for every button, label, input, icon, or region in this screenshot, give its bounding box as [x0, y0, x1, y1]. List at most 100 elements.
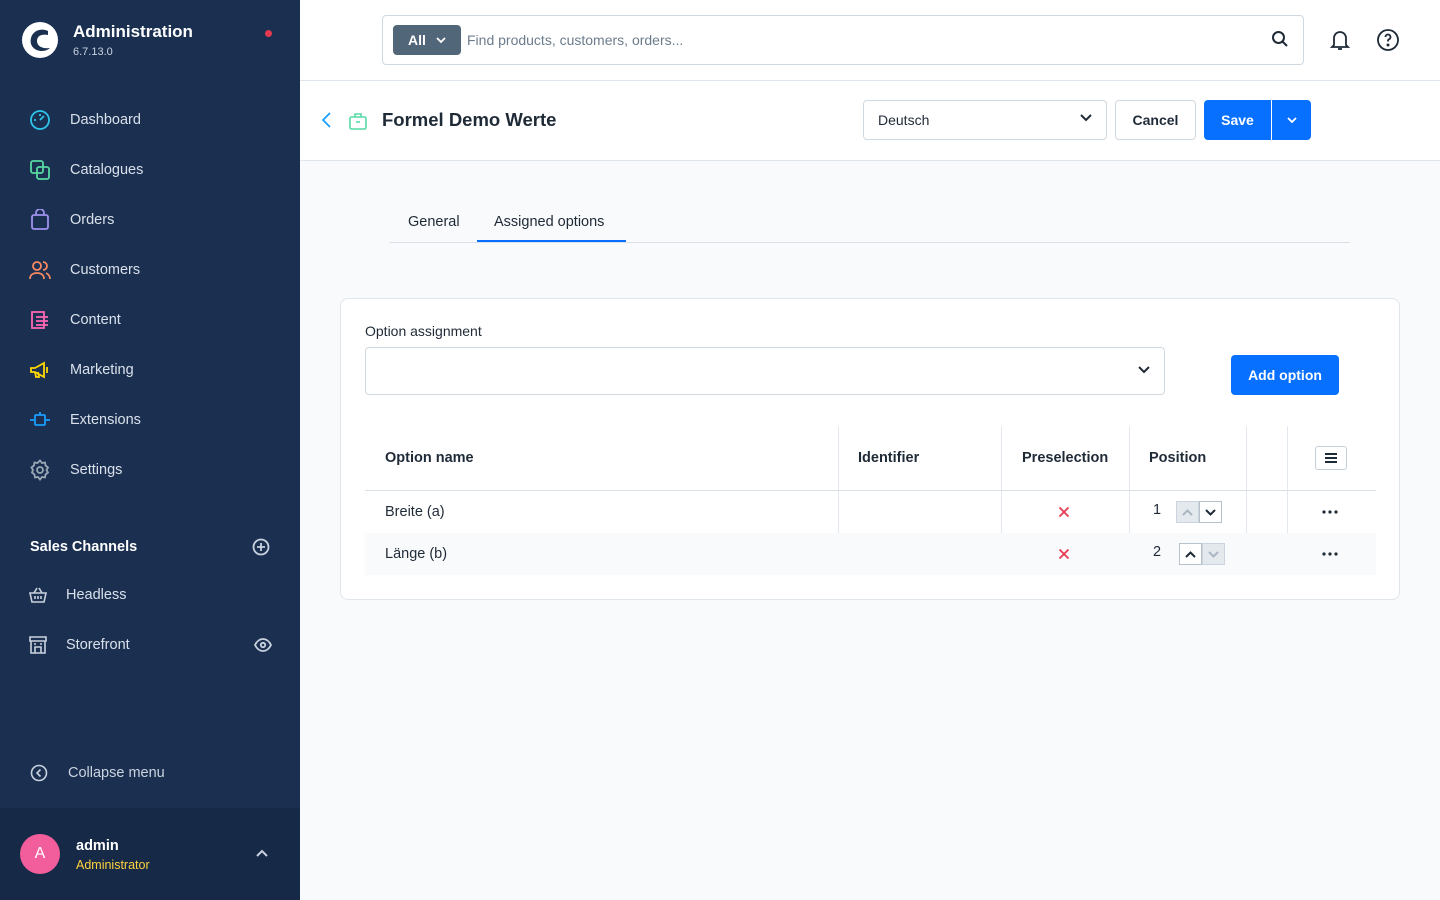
- page-title: Formel Demo Werte: [382, 109, 557, 130]
- save-button[interactable]: Save: [1204, 100, 1271, 140]
- position-value: 1: [1153, 502, 1162, 518]
- chevron-down-icon: [1205, 508, 1216, 516]
- chevron-down-icon: [1208, 550, 1219, 558]
- product-module-icon: [349, 113, 367, 130]
- grid-header-row: Option name Identifier Preselection Posi…: [365, 426, 1376, 491]
- nav-item-marketing[interactable]: Marketing: [0, 345, 300, 395]
- chevron-up-icon: [1182, 508, 1193, 516]
- nav-label: Dashboard: [70, 112, 141, 128]
- global-search: All: [382, 15, 1304, 65]
- nav-label: Settings: [70, 462, 123, 478]
- table-row[interactable]: Breite (a) 1: [365, 491, 1376, 533]
- nav-label: Content: [70, 312, 121, 328]
- language-select[interactable]: Deutsch: [863, 100, 1107, 140]
- option-assignment-select[interactable]: [365, 347, 1165, 395]
- bell-icon[interactable]: [1328, 28, 1352, 52]
- collapse-menu-label: Collapse menu: [68, 765, 165, 781]
- storefront-icon: [29, 636, 47, 654]
- sales-channel-headless[interactable]: Headless: [28, 580, 278, 610]
- sales-channels-title: Sales Channels: [30, 539, 138, 555]
- basket-icon: [29, 587, 47, 603]
- tabs: General Assigned options: [390, 200, 1350, 243]
- nav-item-dashboard[interactable]: Dashboard: [0, 95, 300, 145]
- chevron-down-icon: [1080, 114, 1092, 122]
- catalogues-icon: [28, 158, 52, 182]
- chevron-down-icon: [1286, 116, 1297, 123]
- brand[interactable]: Administration 6.7.13.0: [22, 22, 193, 58]
- user-role: Administrator: [76, 858, 150, 872]
- nav-item-catalogues[interactable]: Catalogues: [0, 145, 300, 195]
- nav-item-content[interactable]: Content: [0, 295, 300, 345]
- position-up-button[interactable]: [1179, 543, 1202, 565]
- language-select-value: Deutsch: [878, 112, 930, 128]
- position-up-button[interactable]: [1176, 501, 1199, 523]
- chevron-up-icon[interactable]: [255, 848, 269, 858]
- chevron-down-icon: [1138, 366, 1150, 374]
- user-panel[interactable]: A admin Administrator: [0, 808, 300, 900]
- add-circle-icon[interactable]: [252, 538, 270, 556]
- nav-item-settings[interactable]: Settings: [0, 445, 300, 495]
- cancel-button[interactable]: Cancel: [1115, 100, 1196, 140]
- top-bar: All: [300, 0, 1440, 81]
- nav-label: Catalogues: [70, 162, 144, 178]
- chevron-down-icon: [436, 36, 446, 43]
- save-options-button[interactable]: [1272, 100, 1311, 140]
- tab-general[interactable]: General: [408, 214, 460, 230]
- search-input[interactable]: [467, 26, 1247, 54]
- chevron-up-icon: [1185, 550, 1196, 558]
- sales-channel-storefront[interactable]: Storefront: [28, 630, 278, 660]
- nav-label: Extensions: [70, 412, 141, 428]
- sales-channel-label: Headless: [66, 587, 127, 603]
- nav-item-extensions[interactable]: Extensions: [0, 395, 300, 445]
- option-assignment-card: Option assignment Add option Option name…: [340, 298, 1400, 600]
- column-header-option-name[interactable]: Option name: [385, 426, 474, 490]
- option-name-cell: Breite (a): [385, 504, 445, 520]
- nav-item-orders[interactable]: Orders: [0, 195, 300, 245]
- collapse-menu-button[interactable]: Collapse menu: [30, 764, 165, 782]
- search-type-dropdown[interactable]: All: [393, 25, 461, 55]
- user-name: admin: [76, 838, 119, 854]
- position-down-button[interactable]: [1202, 543, 1225, 565]
- marketing-icon: [28, 358, 52, 382]
- dashboard-icon: [28, 108, 52, 132]
- shopware-logo-icon: [22, 22, 58, 58]
- column-header-identifier[interactable]: Identifier: [858, 426, 919, 490]
- chevron-left-circle-icon: [30, 764, 48, 782]
- sales-channel-label: Storefront: [66, 637, 130, 653]
- main-nav: Dashboard Catalogues Orders Customers Co…: [0, 95, 300, 495]
- settings-icon: [28, 458, 52, 482]
- options-grid: Option name Identifier Preselection Posi…: [365, 426, 1376, 575]
- option-name-cell: Länge (b): [385, 546, 448, 562]
- back-arrow-icon[interactable]: [320, 111, 334, 129]
- column-settings-button[interactable]: [1315, 446, 1347, 470]
- sales-channels-header: Sales Channels: [30, 538, 270, 556]
- customers-icon: [28, 258, 52, 282]
- help-icon[interactable]: [1376, 28, 1400, 52]
- nav-label: Orders: [70, 212, 115, 228]
- app-title: Administration: [73, 22, 193, 41]
- extensions-icon: [28, 408, 52, 432]
- avatar: A: [20, 834, 60, 874]
- row-actions-icon[interactable]: [1322, 533, 1338, 575]
- search-type-label: All: [408, 32, 426, 48]
- column-header-position[interactable]: Position: [1149, 426, 1206, 490]
- column-header-preselection[interactable]: Preselection: [1022, 426, 1108, 490]
- preselection-cross-icon: [1058, 491, 1070, 533]
- notification-dot: [265, 30, 272, 37]
- row-actions-icon[interactable]: [1322, 491, 1338, 533]
- app-version: 6.7.13.0: [73, 46, 113, 58]
- option-assignment-label: Option assignment: [365, 323, 482, 339]
- sidebar: Administration 6.7.13.0 Dashboard Catalo…: [0, 0, 300, 900]
- menu-icon: [1325, 453, 1337, 463]
- search-icon[interactable]: [1271, 30, 1289, 48]
- nav-label: Marketing: [70, 362, 134, 378]
- tab-assigned-options[interactable]: Assigned options: [494, 214, 604, 230]
- table-row[interactable]: Länge (b) 2: [365, 533, 1376, 575]
- orders-icon: [28, 208, 52, 232]
- nav-item-customers[interactable]: Customers: [0, 245, 300, 295]
- position-down-button[interactable]: [1199, 501, 1222, 523]
- smart-bar: Formel Demo Werte Deutsch Cancel Save: [300, 81, 1440, 161]
- preselection-cross-icon: [1058, 533, 1070, 575]
- add-option-button[interactable]: Add option: [1231, 355, 1339, 395]
- eye-icon[interactable]: [254, 638, 272, 652]
